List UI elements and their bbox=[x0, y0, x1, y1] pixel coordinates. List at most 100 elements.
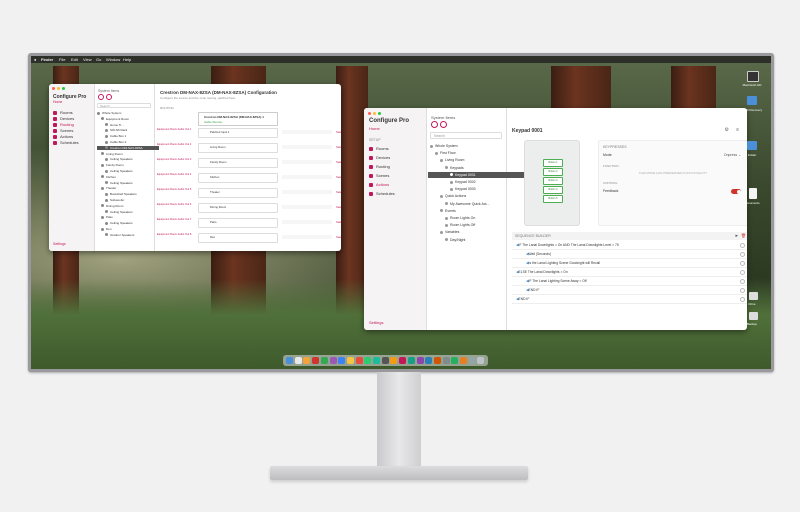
zoom-icon[interactable] bbox=[378, 112, 381, 115]
tree-item[interactable]: Family Room bbox=[101, 163, 124, 167]
trash-icon[interactable]: 🗑 bbox=[741, 233, 746, 238]
menu-go[interactable]: Go bbox=[96, 57, 101, 62]
dock-app-icon[interactable] bbox=[381, 357, 389, 364]
tree-item[interactable]: Living Room bbox=[101, 152, 123, 156]
gear-icon[interactable]: ⚙ bbox=[725, 127, 729, 133]
zoom-icon[interactable] bbox=[62, 87, 65, 90]
routing-slot[interactable] bbox=[282, 145, 332, 149]
add-icon[interactable] bbox=[431, 121, 438, 128]
search-input[interactable]: Search bbox=[430, 132, 502, 139]
tree-item[interactable]: Patio bbox=[101, 215, 113, 219]
dock-app-icon[interactable] bbox=[346, 357, 354, 364]
tree-item[interactable]: SW-N6 Rack bbox=[105, 128, 127, 132]
menu-edit[interactable]: Edit bbox=[71, 57, 78, 62]
tree-item[interactable]: Whole System bbox=[430, 143, 458, 149]
document-icon[interactable] bbox=[749, 188, 757, 199]
disk-icon[interactable] bbox=[749, 292, 758, 300]
sidebar-item-schedules[interactable]: Schedules bbox=[369, 191, 395, 196]
feedback-toggle[interactable] bbox=[731, 189, 741, 194]
dock-app-icon[interactable] bbox=[373, 357, 380, 364]
sidebar-item-rooms[interactable]: Rooms bbox=[369, 146, 389, 151]
tree-item[interactable]: Home Ti... bbox=[105, 123, 124, 127]
drive-icon[interactable] bbox=[747, 71, 759, 82]
device-card[interactable]: Crestron DM-NAX-8ZSA (DM-NAX-8ZSA) 1 Aud… bbox=[198, 112, 278, 126]
dock-app-icon[interactable] bbox=[286, 357, 293, 364]
keypad-button[interactable]: Button 3 bbox=[543, 177, 563, 185]
folder-icon[interactable] bbox=[747, 96, 757, 105]
tree-item[interactable]: Keypad 0002 bbox=[450, 179, 476, 185]
settings-link[interactable]: Settings bbox=[53, 242, 66, 246]
tree-item[interactable]: Quick Actions bbox=[440, 193, 466, 199]
routing-slot[interactable] bbox=[282, 160, 332, 164]
tree-item[interactable]: Theater bbox=[101, 186, 116, 190]
tree-item[interactable]: Ceiling Speakers bbox=[105, 157, 133, 161]
minimize-icon[interactable] bbox=[373, 112, 376, 115]
tree-item[interactable]: Whole System bbox=[97, 111, 121, 115]
sequence-step[interactable]: ◀ Is the Lanai Lighting Scene Goodnight … bbox=[512, 259, 747, 268]
menu-window[interactable]: Window bbox=[106, 57, 120, 62]
sidebar-item-scenes[interactable]: Scenes bbox=[369, 173, 389, 178]
home-link[interactable]: Home bbox=[369, 126, 380, 131]
dock-app-icon[interactable] bbox=[338, 357, 346, 364]
tree-item[interactable]: Ceiling Speakers bbox=[105, 221, 133, 225]
tree-item[interactable]: Keypad 0003 bbox=[450, 186, 476, 192]
apple-icon[interactable]: ● bbox=[34, 57, 36, 62]
dock-app-icon[interactable] bbox=[390, 357, 398, 364]
remove-step-icon[interactable] bbox=[740, 287, 745, 293]
sidebar-item-devices[interactable]: Devices bbox=[369, 155, 390, 160]
play-icon[interactable]: ▸ bbox=[735, 233, 738, 239]
menu-app[interactable]: Finder bbox=[41, 57, 53, 62]
routing-slot[interactable] bbox=[282, 235, 332, 239]
remove-icon[interactable] bbox=[440, 121, 447, 128]
remove-icon[interactable] bbox=[106, 94, 112, 100]
tree-item[interactable]: Outdoor Speakers bbox=[105, 233, 134, 237]
tree-item[interactable]: Dining Room bbox=[101, 204, 123, 208]
dock-app-icon[interactable] bbox=[425, 357, 433, 364]
menu-help[interactable]: Help bbox=[123, 57, 131, 62]
routing-slot[interactable] bbox=[282, 190, 332, 194]
dock-app-icon[interactable] bbox=[312, 357, 320, 364]
keypad-button[interactable]: Button 2 bbox=[543, 168, 563, 176]
remove-step-icon[interactable] bbox=[740, 296, 745, 302]
tree-item[interactable]: Room Lights On bbox=[445, 215, 475, 221]
tree-item[interactable]: Bookshelf Speakers bbox=[105, 192, 137, 196]
tree-item[interactable]: Kitchen bbox=[101, 175, 116, 179]
sidebar-item-routing[interactable]: Routing bbox=[53, 122, 74, 127]
tree-item[interactable]: My Awesome Quick Act... bbox=[445, 201, 489, 207]
minimize-icon[interactable] bbox=[57, 87, 60, 90]
disk-icon[interactable] bbox=[749, 312, 758, 320]
tree-item[interactable]: Crestron DM-NAX-8ZSA bbox=[97, 145, 159, 150]
remove-step-icon[interactable] bbox=[740, 260, 745, 266]
add-icon[interactable] bbox=[98, 94, 104, 100]
routing-slot[interactable] bbox=[282, 175, 332, 179]
tree-item[interactable]: Events bbox=[440, 208, 456, 214]
dock-app-icon[interactable] bbox=[320, 357, 328, 364]
dock-app-icon[interactable] bbox=[399, 357, 407, 364]
sequence-step[interactable]: ◀ END IF bbox=[512, 295, 747, 304]
routing-slot[interactable] bbox=[282, 205, 332, 209]
routing-slot[interactable] bbox=[282, 220, 332, 224]
tree-item[interactable]: Den bbox=[101, 227, 112, 231]
routing-status[interactable]: Selected bbox=[336, 190, 341, 194]
routing-status[interactable]: Selected bbox=[336, 235, 341, 239]
close-icon[interactable] bbox=[368, 112, 371, 115]
folder-icon[interactable] bbox=[747, 141, 757, 150]
tree-item[interactable]: Ceiling Speakers bbox=[105, 169, 133, 173]
routing-status[interactable]: Selected bbox=[336, 175, 341, 179]
remove-step-icon[interactable] bbox=[740, 269, 745, 275]
sidebar-item-rooms[interactable]: Rooms bbox=[53, 110, 73, 115]
tree-item[interactable]: Cable Box 2 bbox=[105, 140, 126, 144]
sidebar-item-devices[interactable]: Devices bbox=[53, 116, 74, 121]
settings-link[interactable]: Settings bbox=[369, 320, 383, 325]
dock-app-icon[interactable] bbox=[433, 357, 441, 364]
tree-item[interactable]: Living Room bbox=[440, 157, 464, 163]
dock-app-icon[interactable] bbox=[364, 357, 372, 364]
tree-item[interactable]: Ceiling Speakers bbox=[105, 210, 133, 214]
sidebar-item-actions[interactable]: Actions bbox=[53, 134, 73, 139]
remove-step-icon[interactable] bbox=[740, 251, 745, 257]
sidebar-item-scenes[interactable]: Scenes bbox=[53, 128, 73, 133]
routing-slot[interactable] bbox=[282, 130, 332, 134]
dock-app-icon[interactable] bbox=[355, 357, 363, 364]
home-link[interactable]: Home bbox=[53, 100, 62, 104]
routing-status[interactable]: Selected bbox=[336, 220, 341, 224]
